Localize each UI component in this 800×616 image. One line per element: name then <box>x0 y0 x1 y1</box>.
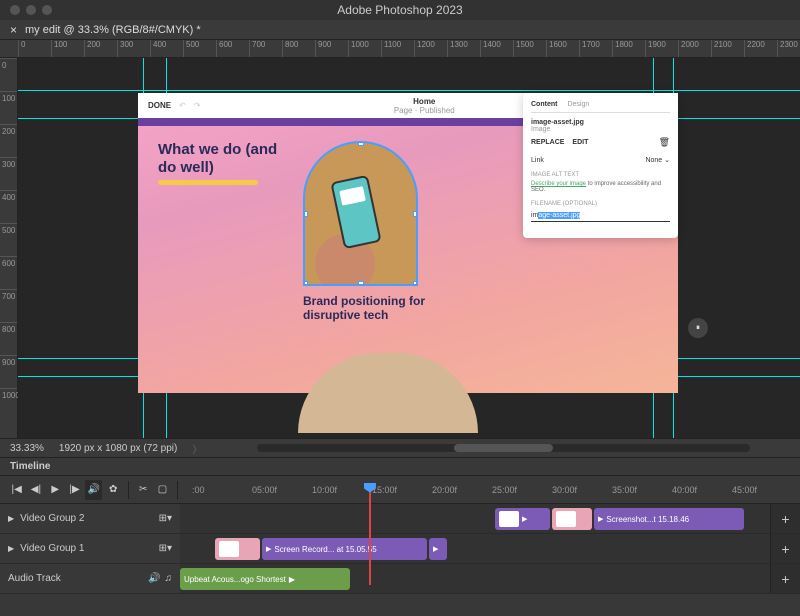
page-title: Home <box>394 97 455 106</box>
filename-input[interactable]: image-asset.jpg <box>531 210 670 222</box>
secondary-image <box>298 353 478 433</box>
status-bar: 33.33% 1920 px x 1080 px (72 ppi) 〉 <box>0 438 800 458</box>
link-label: Link <box>531 157 544 164</box>
clip[interactable]: ▶ <box>429 538 447 560</box>
tab-content[interactable]: Content <box>531 101 557 108</box>
app-title: Adobe Photoshop 2023 <box>337 3 462 17</box>
edit-button[interactable]: EDIT <box>572 139 588 146</box>
timeline-ruler[interactable]: :0005:00f10:00f15:00f20:00f25:00f30:00f3… <box>184 485 792 495</box>
timeline-title: Timeline <box>0 458 800 476</box>
pause-icon[interactable]: ⏸ <box>688 318 708 338</box>
selected-image[interactable] <box>303 141 418 286</box>
canvas-area[interactable]: DONE ↶ ↷ Home Page · Published ▭ ▯ What … <box>18 58 800 438</box>
section-heading: What we do (and do well) <box>158 141 288 177</box>
redo-icon[interactable]: ↷ <box>194 101 201 110</box>
mute-track-icon[interactable]: 🔊 <box>148 573 160 584</box>
music-icon[interactable]: ♫ <box>165 573 173 584</box>
track-video-group-2: ▶ Video Group 2 ⊞▾ ▶ ▶Screenshot...t 15.… <box>0 504 800 534</box>
clip-screenshot[interactable]: ▶Screenshot...t 15.18.46 <box>594 508 744 530</box>
add-clip-button[interactable]: + <box>770 504 800 533</box>
mute-button[interactable]: 🔊 <box>85 480 102 500</box>
clip[interactable] <box>215 538 260 560</box>
track-name: Video Group 2 <box>20 513 84 524</box>
document-title: my edit @ 33.3% (RGB/8#/CMYK) * <box>25 24 201 36</box>
transition-button[interactable]: ▢ <box>154 480 171 500</box>
clip[interactable]: ▶ <box>495 508 550 530</box>
document-tab[interactable]: × my edit @ 33.3% (RGB/8#/CMYK) * <box>0 20 800 40</box>
track-name: Video Group 1 <box>20 543 84 554</box>
close-icon[interactable]: × <box>10 23 17 37</box>
subheading: Brand positioning for disruptive tech <box>303 294 433 323</box>
playhead[interactable] <box>369 485 371 585</box>
filmstrip-icon[interactable]: ⊞▾ <box>159 513 172 524</box>
done-button[interactable]: DONE <box>148 101 171 110</box>
next-frame-button[interactable]: |▶ <box>66 480 83 500</box>
clip-screenrec[interactable]: ▶Screen Record... at 15.05.55 <box>262 538 427 560</box>
properties-panel: Content Design image-asset.jpg Image REP… <box>523 93 678 238</box>
undo-icon[interactable]: ↶ <box>179 101 186 110</box>
vertical-ruler: 01002003004005006007008009001000 <box>0 58 18 438</box>
clip-audio[interactable]: Upbeat Acous...ogo Shortest ▶ <box>180 568 350 590</box>
filename-label: FILENAME (OPTIONAL) <box>531 201 670 207</box>
asset-type: Image <box>531 126 670 133</box>
trash-icon[interactable]: 🗑 <box>659 137 670 148</box>
track-name: Audio Track <box>8 573 61 584</box>
doc-dimensions: 1920 px x 1080 px (72 ppi) <box>59 443 177 454</box>
split-button[interactable]: ✂ <box>135 480 152 500</box>
add-clip-button[interactable]: + <box>770 534 800 563</box>
heading-underline <box>158 180 258 185</box>
timeline-panel: Timeline |◀ ◀| ▶ |▶ 🔊 ✿ ✂ ▢ :0005:00f10:… <box>0 458 800 616</box>
clip[interactable] <box>552 508 592 530</box>
expand-icon[interactable]: ▶ <box>8 544 14 553</box>
prev-frame-button[interactable]: ◀| <box>27 480 44 500</box>
canvas[interactable]: DONE ↶ ↷ Home Page · Published ▭ ▯ What … <box>138 93 678 393</box>
tab-design[interactable]: Design <box>567 101 589 108</box>
expand-icon[interactable]: ▶ <box>8 514 14 523</box>
track-audio: Audio Track 🔊 ♫ Upbeat Acous...ogo Short… <box>0 564 800 594</box>
horizontal-scrollbar[interactable] <box>257 444 750 452</box>
go-start-button[interactable]: |◀ <box>8 480 25 500</box>
titlebar: Adobe Photoshop 2023 <box>0 0 800 20</box>
filmstrip-icon[interactable]: ⊞▾ <box>159 543 172 554</box>
play-button[interactable]: ▶ <box>47 480 64 500</box>
zoom-level[interactable]: 33.33% <box>10 443 44 454</box>
chevron-right-icon[interactable]: 〉 <box>192 441 202 456</box>
asset-filename: image-asset.jpg <box>531 119 670 126</box>
page-status: Page · Published <box>394 106 455 115</box>
link-dropdown[interactable]: None ⌄ <box>645 156 670 164</box>
add-clip-button[interactable]: + <box>770 564 800 593</box>
alt-text-label: IMAGE ALT TEXT <box>531 172 670 178</box>
replace-button[interactable]: REPLACE <box>531 139 564 146</box>
horizontal-ruler: 0100200300400500600700800900100011001200… <box>0 40 800 58</box>
settings-button[interactable]: ✿ <box>104 480 121 500</box>
window-controls[interactable] <box>0 5 52 15</box>
track-video-group-1: ▶ Video Group 1 ⊞▾ ▶Screen Record... at … <box>0 534 800 564</box>
